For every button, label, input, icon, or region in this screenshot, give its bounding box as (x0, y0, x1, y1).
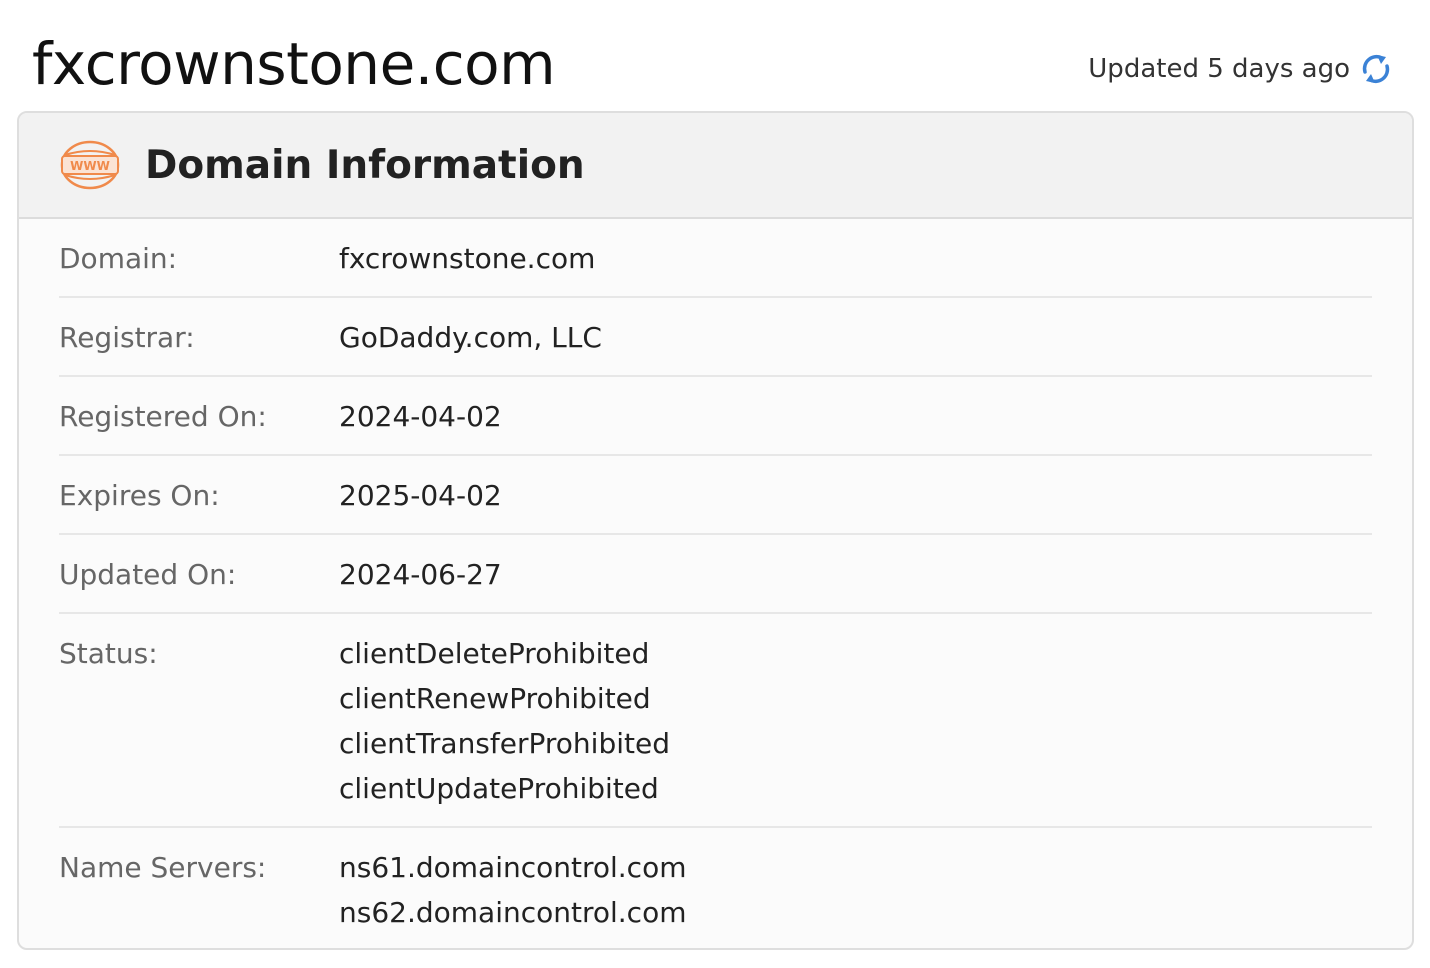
row-label: Status: (59, 637, 158, 670)
card-title: Domain Information (145, 142, 585, 188)
updated-text: Updated 5 days ago (1088, 54, 1350, 84)
row-value: 2024-04-02 (339, 400, 502, 433)
name-server-list: ns61.domaincontrol.com ns62.domaincontro… (339, 845, 687, 948)
info-rows: Domain: fxcrownstone.com Registrar: GoDa… (19, 219, 1412, 948)
card-header: WWW Domain Information (19, 113, 1412, 219)
row-label: Expires On: (59, 479, 220, 512)
status-item: clientUpdateProhibited (339, 772, 659, 805)
row-label: Domain: (59, 242, 178, 275)
row-label: Name Servers: (59, 851, 267, 884)
name-server-item: ns61.domaincontrol.com (339, 851, 687, 884)
info-row-name-servers: Name Servers: ns61.domaincontrol.com ns6… (59, 828, 1372, 948)
row-label: Updated On: (59, 558, 237, 591)
page-title: fxcrownstone.com (32, 30, 556, 99)
status-list: clientDeleteProhibited clientRenewProhib… (339, 631, 670, 826)
row-label: Registered On: (59, 400, 267, 433)
status-item: clientTransferProhibited (339, 727, 670, 760)
row-label: Registrar: (59, 321, 195, 354)
www-icon: WWW (59, 139, 121, 191)
info-row-expires-on: Expires On: 2025-04-02 (59, 456, 1372, 535)
page: fxcrownstone.com Updated 5 days ago WWW … (0, 0, 1430, 968)
svg-text:WWW: WWW (70, 159, 110, 173)
refresh-icon[interactable] (1360, 52, 1392, 86)
info-row-registered-on: Registered On: 2024-04-02 (59, 377, 1372, 456)
row-value: fxcrownstone.com (339, 242, 596, 275)
status-item: clientDeleteProhibited (339, 637, 650, 670)
name-server-item: ns62.domaincontrol.com (339, 896, 687, 929)
row-value: GoDaddy.com, LLC (339, 321, 602, 354)
info-row-updated-on: Updated On: 2024-06-27 (59, 535, 1372, 614)
info-row-status: Status: clientDeleteProhibited clientRen… (59, 614, 1372, 828)
page-header: fxcrownstone.com Updated 5 days ago (32, 14, 1392, 100)
domain-information-card: WWW Domain Information Domain: fxcrownst… (17, 111, 1414, 950)
info-row-domain: Domain: fxcrownstone.com (59, 219, 1372, 298)
row-value: 2024-06-27 (339, 558, 502, 591)
info-row-registrar: Registrar: GoDaddy.com, LLC (59, 298, 1372, 377)
row-value: 2025-04-02 (339, 479, 502, 512)
status-item: clientRenewProhibited (339, 682, 651, 715)
updated-status: Updated 5 days ago (1088, 52, 1392, 100)
